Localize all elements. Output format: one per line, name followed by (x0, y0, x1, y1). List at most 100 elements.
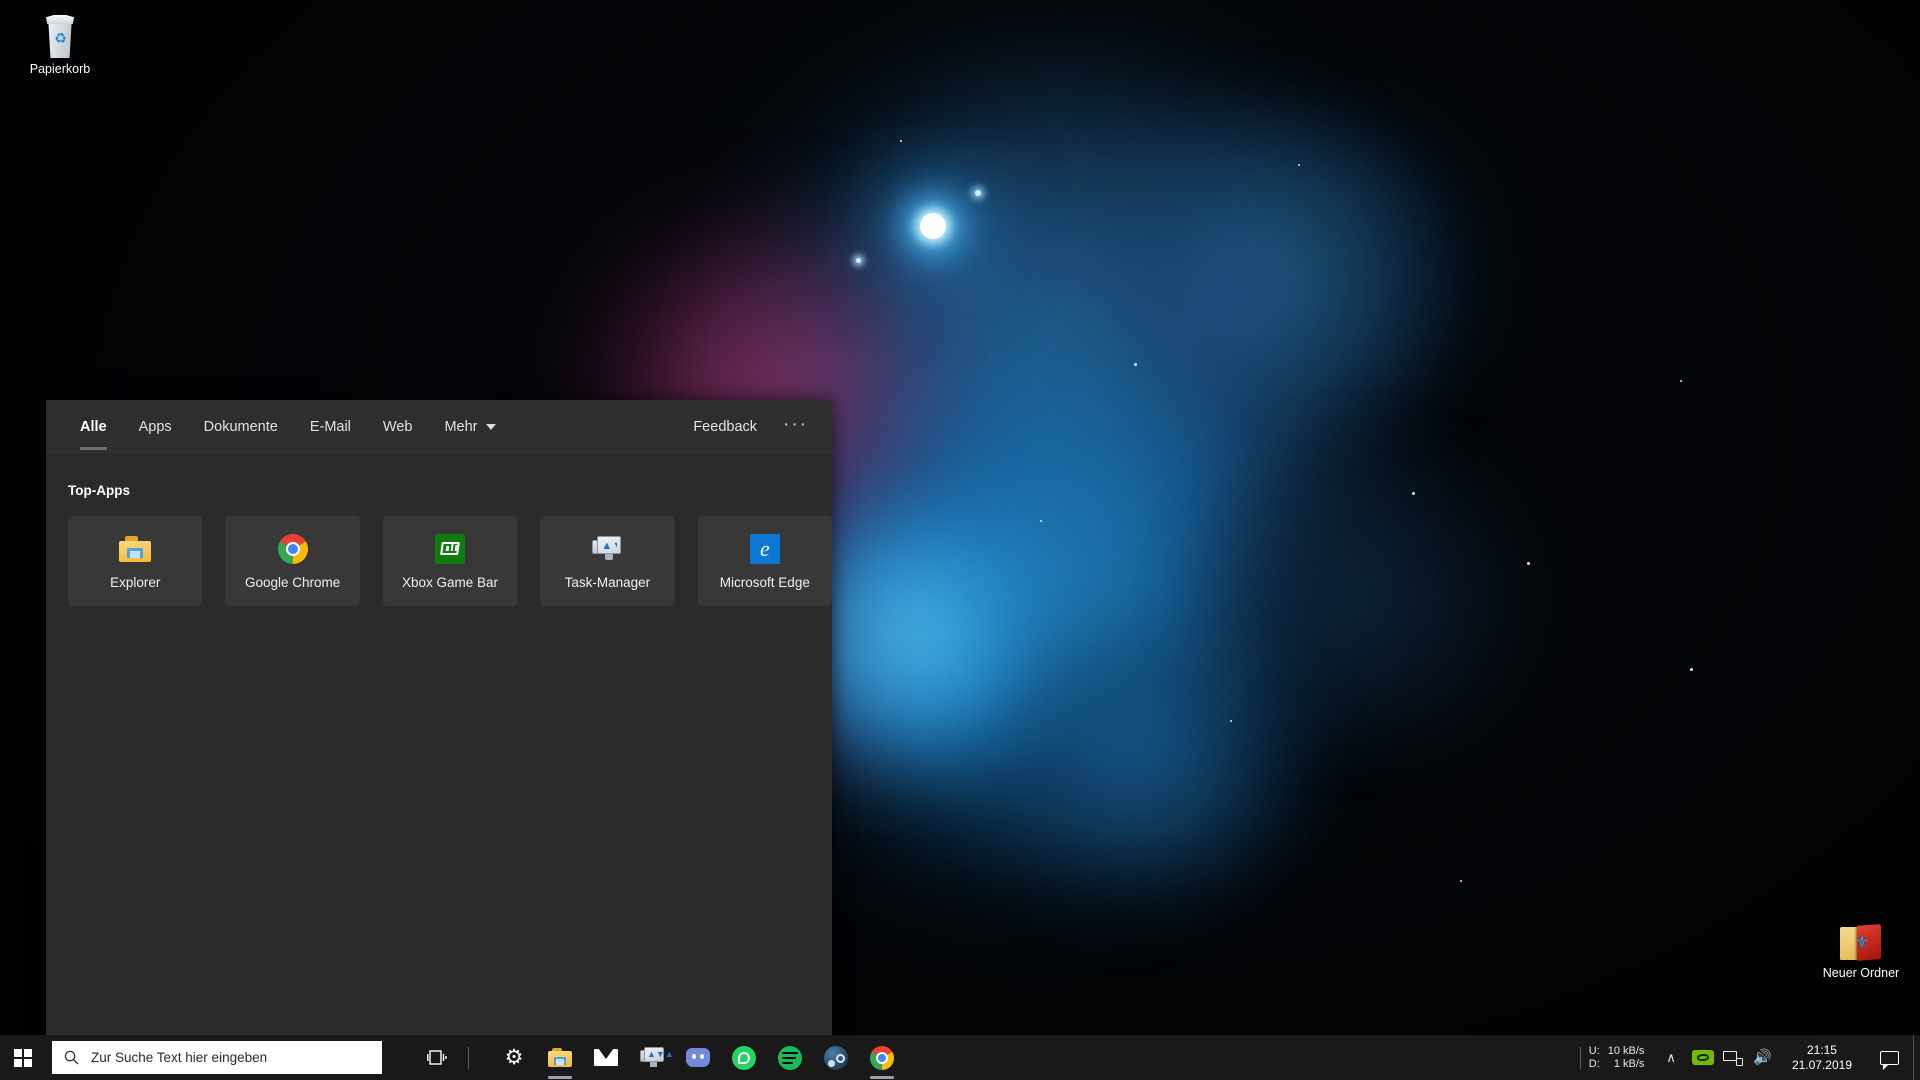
taskbar-item-chrome[interactable] (859, 1035, 905, 1080)
tab-label: E-Mail (309, 419, 351, 435)
app-tile-microsoft-edge[interactable]: e Microsoft Edge (697, 516, 833, 606)
section-title-top-apps: Top-Apps (68, 483, 130, 498)
discord-icon (686, 1048, 710, 1067)
taskbar-item-mail[interactable] (583, 1035, 629, 1080)
taskbar-divider (468, 1046, 469, 1069)
folder-icon (548, 1048, 572, 1067)
tab-label: Dokumente (203, 419, 278, 435)
clock[interactable]: 21:15 21.07.2019 (1778, 1043, 1866, 1073)
desktop-icon-label: Papierkorb (29, 62, 91, 76)
search-panel-header: Alle Apps Dokumente E-Mail Web Mehr Feed… (46, 400, 832, 455)
desktop[interactable]: ♻ Papierkorb ⚜ Neuer Ordner Alle Apps Do… (0, 0, 1920, 1080)
chevron-down-icon (485, 424, 496, 430)
app-tile-label: Explorer (110, 574, 161, 590)
taskbar-item-spotify[interactable] (767, 1035, 813, 1080)
tab-dokumente[interactable]: Dokumente (188, 400, 294, 454)
task-view-icon (427, 1049, 447, 1065)
action-center-button[interactable] (1866, 1050, 1913, 1070)
show-desktop-button[interactable] (1913, 1035, 1920, 1080)
search-placeholder: Zur Suche Text hier eingeben (91, 1050, 268, 1065)
desktop-icon-label: Neuer Ordner (1822, 966, 1900, 980)
app-tile-google-chrome[interactable]: Google Chrome (225, 516, 360, 606)
net-upload-key: U: (1588, 1044, 1600, 1057)
wallpaper-star (856, 258, 861, 263)
xbox-game-bar-icon (434, 533, 466, 565)
mail-icon (594, 1049, 618, 1066)
folder-icon: ⚜ (1811, 912, 1911, 962)
taskbar-pinned-apps: ⚙ ▲▼▲ (491, 1035, 905, 1080)
tray-divider (1579, 1046, 1581, 1069)
speech-bubble-icon (1880, 1050, 1899, 1070)
system-tray: U: D: 10 kB/s 1 kB/s ∧ 🔊 21:15 21.07.201… (1572, 1035, 1920, 1080)
network-meter: U: D: 10 kB/s 1 kB/s (1589, 1045, 1655, 1071)
tab-web[interactable]: Web (367, 400, 429, 454)
desktop-icon-new-folder[interactable]: ⚜ Neuer Ordner (1811, 912, 1911, 981)
wallpaper-star (1690, 668, 1693, 671)
wallpaper-star (1230, 720, 1232, 722)
tab-label: Alle (80, 419, 107, 435)
feedback-button[interactable]: Feedback (693, 419, 757, 435)
wallpaper-star (1412, 492, 1415, 495)
app-tile-label: Task-Manager (564, 574, 651, 590)
search-icon (64, 1050, 79, 1065)
chrome-icon (870, 1045, 894, 1070)
taskbar-item-whatsapp[interactable] (721, 1035, 767, 1080)
gear-icon: ⚙ (504, 1046, 524, 1069)
app-tile-xbox-game-bar[interactable]: Xbox Game Bar (382, 516, 518, 606)
taskbar: Zur Suche Text hier eingeben ⚙ ▲▼▲ U: D:… (0, 1035, 1920, 1080)
steam-icon (824, 1045, 848, 1070)
tab-apps[interactable]: Apps (123, 400, 188, 454)
task-view-button[interactable] (414, 1035, 460, 1080)
volume-icon: 🔊 (1752, 1048, 1772, 1066)
app-tile-explorer[interactable]: Explorer (68, 516, 203, 606)
wallpaper-star (1134, 363, 1137, 366)
desktop-icon-recycle-bin[interactable]: ♻ Papierkorb (10, 8, 110, 77)
search-tabs: Alle Apps Dokumente E-Mail Web Mehr (46, 400, 512, 454)
search-panel-header-right: Feedback ··· (693, 415, 832, 436)
network-icon (1722, 1050, 1743, 1066)
recycle-bin-icon: ♻ (10, 8, 110, 58)
start-button[interactable] (0, 1035, 46, 1080)
clock-date: 21.07.2019 (1791, 1057, 1852, 1072)
edge-icon: e (749, 533, 781, 565)
app-tile-task-manager[interactable]: ▲▼▲ Task-Manager (540, 516, 675, 606)
clock-time: 21:15 (1806, 1042, 1837, 1057)
net-upload-value: 10 kB/s (1607, 1044, 1645, 1057)
tab-mehr[interactable]: Mehr (428, 400, 511, 454)
wallpaper-star (1298, 164, 1300, 166)
taskbar-item-task-manager[interactable]: ▲▼▲ (629, 1035, 675, 1080)
explorer-icon (119, 533, 152, 565)
wallpaper-star (1460, 880, 1462, 882)
app-tile-label: Google Chrome (244, 574, 341, 590)
chrome-icon (277, 533, 309, 565)
net-download-value: 1 kB/s (1613, 1057, 1645, 1070)
task-manager-icon: ▲▼▲ (591, 533, 623, 565)
spotify-icon (778, 1045, 802, 1070)
wallpaper-bright-star (920, 213, 946, 239)
tray-item-network[interactable] (1718, 1035, 1748, 1080)
tray-item-nvidia[interactable] (1688, 1035, 1718, 1080)
tab-label: Mehr (444, 419, 478, 435)
taskbar-item-explorer[interactable] (537, 1035, 583, 1080)
taskbar-item-discord[interactable] (675, 1035, 721, 1080)
search-panel-body: Top-Apps Explorer Google Chrome Xbox Gam… (46, 455, 833, 606)
app-tile-label: Xbox Game Bar (401, 574, 499, 590)
chevron-up-icon[interactable]: ∧ (1654, 1050, 1688, 1066)
tab-label: Web (382, 419, 413, 435)
more-options-icon[interactable]: ··· (783, 415, 808, 435)
net-download-key: D: (1588, 1057, 1600, 1070)
wallpaper-star (900, 140, 902, 142)
tab-label: Apps (138, 419, 172, 435)
wallpaper-star (975, 190, 981, 196)
tab-alle[interactable]: Alle (64, 400, 123, 454)
top-apps-grid: Explorer Google Chrome Xbox Game Bar ▲ T… (68, 516, 833, 606)
wallpaper-star (1527, 562, 1530, 565)
tray-item-volume[interactable]: 🔊 (1748, 1035, 1778, 1080)
taskbar-item-steam[interactable] (813, 1035, 859, 1080)
app-tile-label: Microsoft Edge (719, 574, 810, 590)
wallpaper-star (1680, 380, 1682, 382)
search-input[interactable]: Zur Suche Text hier eingeben (52, 1041, 382, 1074)
tab-email[interactable]: E-Mail (294, 400, 367, 454)
whatsapp-icon (732, 1045, 756, 1070)
taskbar-item-settings[interactable]: ⚙ (491, 1035, 537, 1080)
